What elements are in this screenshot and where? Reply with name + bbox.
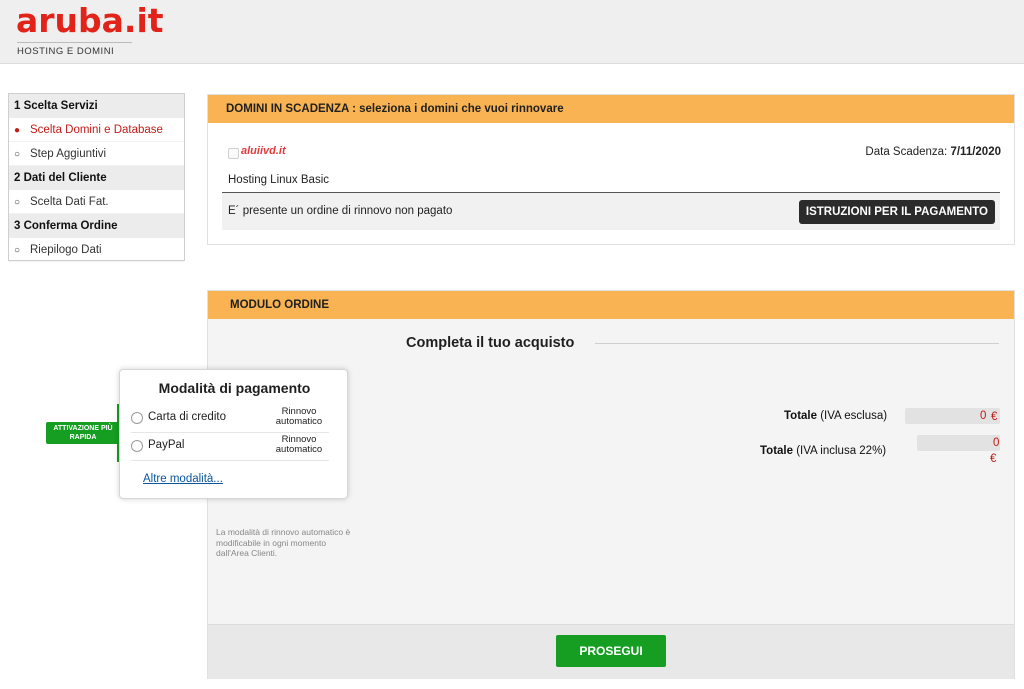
total-incl-vat-field bbox=[917, 435, 1000, 451]
step-item-dati-fat[interactable]: ○ Scelta Dati Fat. bbox=[9, 190, 184, 214]
domain-checkbox[interactable] bbox=[228, 148, 239, 159]
bullet-icon: ○ bbox=[14, 197, 21, 208]
payment-option-paypal[interactable]: PayPal Rinnovo automatico bbox=[131, 433, 329, 461]
step-2-title: 2 Dati del Cliente bbox=[9, 166, 184, 190]
expiring-domains-panel: DOMINI IN SCADENZA : seleziona i domini … bbox=[207, 94, 1015, 245]
fast-activation-badge: ATTIVAZIONE PIÙ RAPIDA bbox=[46, 422, 120, 444]
paypal-label: PayPal bbox=[148, 439, 185, 451]
total-excl-vat-value: 0 bbox=[980, 410, 987, 422]
euro-symbol: € bbox=[990, 453, 997, 465]
aruba-logo[interactable]: aruba.it HOSTING E DOMINI bbox=[16, 1, 164, 58]
step-3-title: 3 Conferma Ordine bbox=[9, 214, 184, 238]
other-payment-methods-link[interactable]: Altre modalità... bbox=[143, 473, 223, 485]
order-footer: PROSEGUI bbox=[208, 624, 1014, 679]
unpaid-order-notice: E´ presente un ordine di rinnovo non pag… bbox=[222, 193, 1000, 230]
step-item-scelta-domini[interactable]: ● Scelta Domini e Database bbox=[9, 118, 184, 142]
bullet-icon: ○ bbox=[14, 149, 21, 160]
step-item-riepilogo[interactable]: ○ Riepilogo Dati bbox=[9, 238, 184, 262]
site-header: aruba.it HOSTING E DOMINI bbox=[0, 0, 1024, 64]
radio-credit-card[interactable] bbox=[131, 412, 143, 424]
total-incl-vat-value: 0 bbox=[993, 437, 1000, 449]
expiring-domains-title: DOMINI IN SCADENZA : seleziona i domini … bbox=[208, 95, 1014, 123]
divider bbox=[595, 343, 999, 344]
notice-text: E´ presente un ordine di rinnovo non pag… bbox=[228, 205, 453, 217]
step-item-step-aggiuntivi[interactable]: ○ Step Aggiuntivi bbox=[9, 142, 184, 166]
total-excl-vat-label: Totale (IVA esclusa) bbox=[784, 410, 888, 422]
bullet-icon: ● bbox=[14, 125, 21, 136]
domain-row: aluiivd.it Data Scadenza: 7/11/2020 bbox=[228, 145, 1001, 165]
payment-option-credit-card[interactable]: Carta di credito Rinnovo automatico bbox=[131, 405, 329, 433]
auto-renew-label: Rinnovo automatico bbox=[275, 434, 323, 455]
total-incl-vat-label: Totale (IVA inclusa 22%) bbox=[760, 445, 887, 457]
auto-renew-note: La modalità di rinnovo automatico è modi… bbox=[216, 527, 351, 558]
continue-button[interactable]: PROSEGUI bbox=[556, 635, 666, 667]
payment-method-card: Modalità di pagamento Carta di credito R… bbox=[119, 369, 348, 499]
order-steps-sidebar: 1 Scelta Servizi ● Scelta Domini e Databa… bbox=[8, 93, 185, 262]
order-module-title: MODULO ORDINE bbox=[208, 291, 1014, 319]
complete-purchase-heading: Completa il tuo acquisto bbox=[406, 335, 575, 351]
step-1-title: 1 Scelta Servizi bbox=[9, 94, 184, 118]
euro-symbol: € bbox=[991, 411, 998, 423]
auto-renew-label: Rinnovo automatico bbox=[275, 406, 323, 427]
domain-name: aluiivd.it bbox=[241, 145, 286, 157]
payment-method-title: Modalità di pagamento bbox=[158, 380, 311, 396]
payment-instructions-button[interactable]: ISTRUZIONI PER IL PAGAMENTO bbox=[798, 200, 995, 224]
hosting-plan: Hosting Linux Basic bbox=[228, 174, 329, 186]
radio-paypal[interactable] bbox=[131, 440, 143, 452]
logo-wordmark: aruba.it bbox=[16, 1, 164, 40]
expiry-date: Data Scadenza: 7/11/2020 bbox=[865, 146, 1001, 158]
logo-tagline: HOSTING E DOMINI bbox=[17, 42, 132, 57]
bullet-icon: ○ bbox=[14, 245, 21, 256]
credit-card-label: Carta di credito bbox=[148, 411, 226, 423]
